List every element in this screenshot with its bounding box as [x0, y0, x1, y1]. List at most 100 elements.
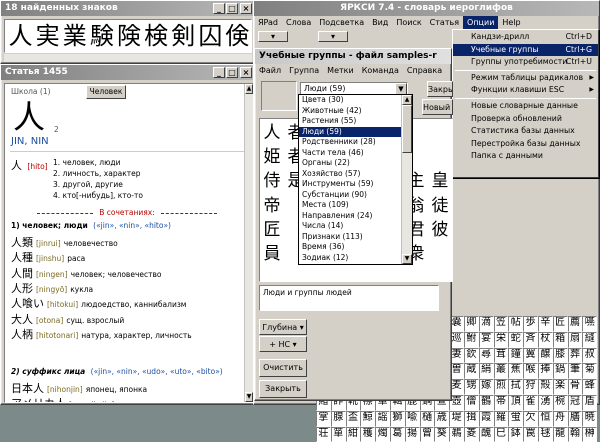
small-kanji-cell[interactable]: 頂	[508, 394, 524, 411]
small-kanji-cell[interactable]: 欽	[463, 347, 479, 364]
small-kanji-cell[interactable]: 揚	[404, 426, 420, 442]
menu-item[interactable]: Опции	[463, 16, 499, 29]
small-kanji-cell[interactable]: 羅	[493, 410, 509, 427]
close-button[interactable]: ×	[240, 67, 252, 78]
small-kanji-cell[interactable]: 謡	[375, 410, 390, 427]
compound-row[interactable]: 大人 [otona] сущ. взрослый	[11, 311, 124, 327]
scroll-down-button[interactable]: ▼	[402, 254, 412, 264]
small-kanji-cell[interactable]: 恒	[537, 410, 553, 427]
small-kanji-cell[interactable]: 醜	[478, 426, 494, 442]
group-kanji-cell[interactable]: 姫	[260, 145, 284, 169]
small-kanji-cell[interactable]: 膝	[552, 347, 568, 364]
group-option[interactable]: Родственники (28)	[299, 137, 401, 148]
menu-item[interactable]: Вид	[368, 16, 392, 29]
group-option[interactable]: Животные (42)	[299, 106, 401, 117]
compound-row[interactable]: 人類 [jinrui] человечество	[11, 234, 118, 250]
small-kanji-cell[interactable]: 茸	[493, 347, 509, 364]
small-kanji-cell[interactable]: 楽	[552, 379, 568, 395]
small-kanji-cell[interactable]: 荘	[316, 426, 331, 442]
small-kanji-cell[interactable]: 榊	[582, 426, 598, 442]
found-kanji-item[interactable]: 囚	[197, 20, 224, 52]
small-kanji-cell[interactable]: 毬	[537, 426, 553, 442]
scroll-up-button[interactable]: ▲	[245, 84, 253, 94]
found-kanji-item[interactable]: 験	[88, 20, 115, 52]
small-kanji-cell[interactable]: 紺	[345, 426, 361, 442]
small-kanji-cell[interactable]: 叔	[582, 347, 598, 364]
compound-row[interactable]: 人間 [ningen] человек; человечество	[11, 265, 162, 281]
group-kanji-cell[interactable]: 皇	[428, 169, 452, 193]
compound-row[interactable]: 日本人 [nihonjin] японец, японка	[11, 380, 147, 396]
group-option[interactable]: Направления (24)	[299, 211, 401, 222]
small-kanji-cell[interactable]: 帖	[508, 316, 524, 332]
small-kanji-cell[interactable]: 蕉	[508, 363, 524, 380]
found-kanji-item[interactable]: 剣	[170, 20, 197, 52]
small-kanji-cell[interactable]: 扇	[567, 331, 583, 348]
small-kanji-cell[interactable]: 鵜	[449, 426, 464, 442]
small-kanji-cell[interactable]: 盃	[345, 410, 361, 427]
small-kanji-cell[interactable]: 堤	[449, 410, 464, 427]
small-kanji-cell[interactable]: 霞	[478, 410, 494, 427]
dropdown-scrollbar[interactable]: ▲ ▼	[401, 95, 412, 264]
small-kanji-cell[interactable]: 殻	[537, 379, 553, 395]
small-kanji-cell[interactable]: 栄	[493, 331, 509, 348]
menu-item[interactable]: Поиск	[392, 16, 425, 29]
group-option[interactable]: Инструменты (59)	[299, 179, 401, 190]
small-kanji-cell[interactable]: 膳	[567, 410, 583, 427]
compound-row[interactable]: 人柄 [hitotonari] натура, характер, личность	[11, 326, 192, 342]
small-kanji-cell[interactable]: 揖	[463, 410, 479, 427]
found-kanji-item[interactable]: 険	[115, 20, 142, 52]
toolbar-dropdown-2[interactable]: ▾	[318, 31, 348, 42]
menu-item[interactable]: Help	[498, 16, 524, 29]
compound-row[interactable]: 人形 [ningyō] кукла	[11, 280, 93, 296]
close-group-button[interactable]: Закры	[427, 81, 453, 97]
options-menu-item[interactable]: Кандзи-дрилл Ctrl+D	[453, 31, 598, 44]
group-option[interactable]: Растения (55)	[299, 116, 401, 127]
small-kanji-cell[interactable]: 葛	[389, 426, 405, 442]
options-menu-item[interactable]: Проверка обновлений	[453, 113, 598, 126]
small-kanji-cell[interactable]: 湧	[537, 394, 553, 411]
menu-item[interactable]: Файл	[255, 64, 285, 77]
group-kanji-cell[interactable]: 徒	[428, 194, 452, 218]
small-kanji-cell[interactable]: 翰	[567, 426, 583, 442]
small-kanji-cell[interactable]: 冠	[567, 394, 583, 411]
group-kanji-cell[interactable]: 員	[260, 242, 284, 266]
small-kanji-cell[interactable]: 鮒	[463, 331, 479, 348]
small-kanji-cell[interactable]: 蛍	[508, 410, 524, 427]
small-kanji-cell[interactable]: 燭	[375, 426, 390, 442]
small-kanji-cell[interactable]: 狩	[523, 379, 538, 395]
small-kanji-cell[interactable]: 暁	[582, 410, 598, 427]
small-kanji-cell[interactable]: 嚥	[582, 316, 598, 332]
depth-button[interactable]: Глубина ▾	[259, 319, 307, 335]
options-menu-item[interactable]: Новые словарные данные	[453, 100, 598, 113]
person-button[interactable]: Человек	[86, 85, 126, 99]
small-kanji-cell[interactable]: 喩	[404, 410, 420, 427]
small-kanji-cell[interactable]: 欠	[523, 410, 538, 427]
compound-row[interactable]: 人喰い [hitokui] людоедство, каннибализм	[11, 295, 186, 311]
found-kanji-item[interactable]: 実	[34, 20, 61, 52]
small-kanji-cell[interactable]: 骨	[567, 379, 583, 395]
small-kanji-cell[interactable]: 盾	[582, 394, 598, 411]
group-option[interactable]: Время (36)	[299, 242, 401, 253]
menu-item[interactable]: Слова	[282, 16, 315, 29]
small-kanji-cell[interactable]: 笠	[493, 316, 509, 332]
found-kanji-scrollbar[interactable]	[4, 54, 252, 62]
group-kanji-cell[interactable]: 匠	[260, 218, 284, 242]
menu-item[interactable]: Команда	[358, 64, 403, 77]
small-kanji-cell[interactable]: 葬	[567, 347, 583, 364]
small-kanji-cell[interactable]: 尋	[478, 347, 494, 364]
group-option[interactable]: Органы (22)	[299, 158, 401, 169]
new-group-button[interactable]: Новый с	[422, 99, 453, 115]
small-kanji-cell[interactable]: 薦	[567, 316, 583, 332]
small-kanji-cell[interactable]: 絹	[478, 363, 494, 380]
small-kanji-cell[interactable]: 斉	[523, 331, 538, 348]
small-kanji-cell[interactable]: 菊	[582, 363, 598, 380]
group-option[interactable]: Зодиак (12)	[299, 253, 401, 264]
menu-item[interactable]: ЯPad	[254, 16, 282, 29]
small-kanji-cell[interactable]: 宴	[478, 331, 494, 348]
group-option[interactable]: Места (109)	[299, 200, 401, 211]
scroll-up-button[interactable]: ▲	[402, 95, 412, 105]
small-kanji-cell[interactable]: 縫	[582, 331, 598, 348]
small-kanji-cell[interactable]: 龍	[552, 426, 568, 442]
options-menu-item[interactable]: Статистика базы данных	[453, 125, 598, 138]
small-kanji-cell[interactable]: 舟	[552, 410, 568, 427]
